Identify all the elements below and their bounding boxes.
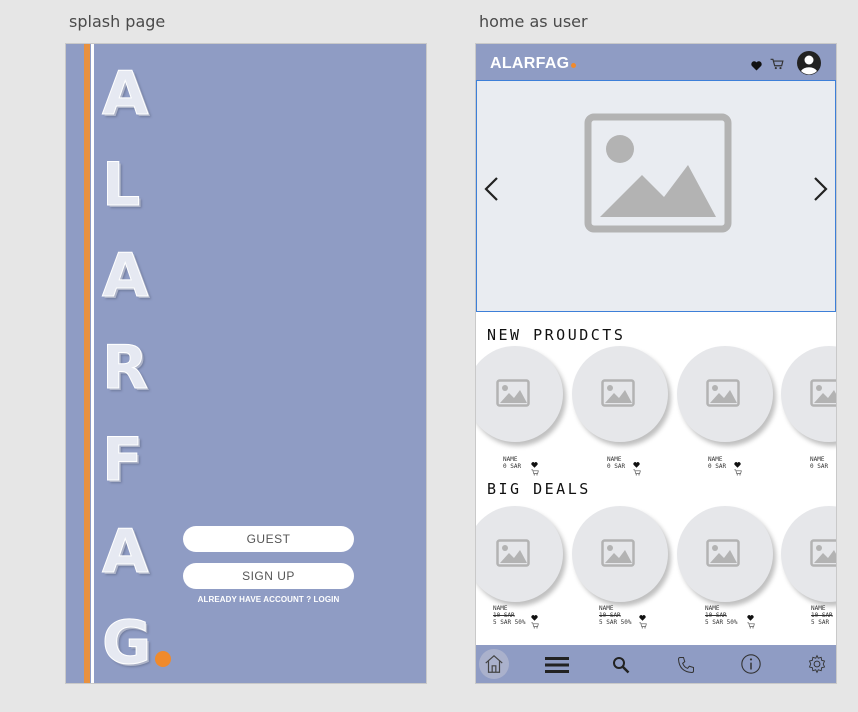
deal-price: 5 SAR	[811, 619, 830, 626]
cart-icon[interactable]	[633, 463, 641, 481]
logo-letter: R	[101, 333, 149, 403]
brand-text: ALARFAG	[490, 55, 570, 72]
deal-info: NAME 10 SAR 5 SAR 50%	[599, 605, 632, 626]
deal-card[interactable]	[781, 506, 836, 602]
cart-icon[interactable]	[531, 616, 539, 634]
deal-card[interactable]	[572, 506, 668, 602]
product-card[interactable]	[781, 346, 836, 442]
product-name: NAME	[493, 605, 508, 612]
deal-info: NAME 10 SAR 5 SAR	[811, 605, 833, 626]
product-info: NAME 0 SAR	[607, 456, 625, 470]
old-price: 10 SAR	[493, 612, 515, 619]
deal-price: 5 SAR 50%	[705, 619, 738, 626]
cart-icon[interactable]	[639, 616, 647, 634]
image-placeholder-icon	[810, 379, 836, 407]
image-placeholder-icon	[601, 539, 635, 567]
image-placeholder-icon	[601, 379, 635, 407]
deal-info: NAME 10 SAR 5 SAR 50%	[705, 605, 738, 626]
logo-letter: A	[101, 241, 149, 311]
cart-icon[interactable]	[734, 463, 742, 481]
info-icon[interactable]	[740, 653, 762, 680]
product-price: 0 SAR	[810, 463, 829, 470]
carousel-next-button[interactable]	[813, 176, 829, 207]
heart-icon[interactable]	[751, 58, 762, 76]
logo-dot	[155, 651, 171, 667]
splash-screen: A L A R F A G GUEST SIGN UP ALREADY HAVE…	[66, 44, 426, 683]
deal-info: NAME 10 SAR 5 SAR 50%	[493, 605, 526, 626]
product-card[interactable]	[677, 346, 773, 442]
product-name: NAME	[810, 456, 825, 463]
deal-price: 5 SAR 50%	[493, 619, 526, 626]
settings-icon[interactable]	[807, 654, 827, 679]
search-icon[interactable]	[612, 656, 630, 679]
cart-icon[interactable]	[770, 57, 784, 75]
deal-card[interactable]	[677, 506, 773, 602]
menu-icon[interactable]	[545, 656, 569, 679]
product-card[interactable]	[572, 346, 668, 442]
logo-letter: A	[101, 517, 149, 587]
login-link[interactable]: ALREADY HAVE ACCOUNT ? LOGIN	[183, 595, 354, 604]
splash-frame-label: splash page	[69, 12, 166, 31]
product-price: 0 SAR	[607, 463, 626, 470]
brand-dot	[571, 63, 577, 68]
logo-letter: G	[101, 608, 152, 678]
deal-price: 5 SAR 50%	[599, 619, 632, 626]
brand-logo[interactable]: ALARFAG	[490, 55, 577, 73]
product-name: NAME	[811, 605, 826, 612]
white-stripe	[91, 44, 94, 683]
deal-card[interactable]	[476, 506, 563, 602]
logo-letter: F	[102, 425, 144, 495]
logo-letter: L	[101, 150, 141, 220]
logo-letter: A	[101, 59, 149, 129]
image-placeholder-icon	[584, 113, 732, 233]
product-info: NAME 0 SAR	[810, 456, 828, 470]
home-frame-label: home as user	[479, 12, 588, 31]
home-screen: ALARFAG NEW PROUDCTS NAME 0 SAR NAME 0 S…	[476, 44, 836, 683]
big-deals-title: BIG DEALS	[487, 480, 591, 498]
image-placeholder-icon	[810, 539, 836, 567]
carousel-prev-button[interactable]	[483, 176, 499, 207]
old-price: 10 SAR	[811, 612, 833, 619]
bottom-nav	[476, 645, 836, 683]
guest-button[interactable]: GUEST	[183, 526, 354, 552]
old-price: 10 SAR	[599, 612, 621, 619]
image-placeholder-icon	[706, 539, 740, 567]
product-name: NAME	[503, 456, 518, 463]
product-name: NAME	[607, 456, 622, 463]
image-placeholder-icon	[496, 539, 530, 567]
banner-carousel[interactable]	[476, 80, 836, 312]
product-name: NAME	[708, 456, 723, 463]
signup-button[interactable]: SIGN UP	[183, 563, 354, 589]
product-name: NAME	[705, 605, 720, 612]
orange-stripe	[84, 44, 90, 683]
product-info: NAME 0 SAR	[503, 456, 521, 470]
product-info: NAME 0 SAR	[708, 456, 726, 470]
product-price: 0 SAR	[503, 463, 522, 470]
image-placeholder-icon	[496, 379, 530, 407]
product-name: NAME	[599, 605, 614, 612]
home-icon[interactable]	[483, 653, 505, 680]
cart-icon[interactable]	[747, 616, 755, 634]
old-price: 10 SAR	[705, 612, 727, 619]
image-placeholder-icon	[706, 379, 740, 407]
product-price: 0 SAR	[708, 463, 727, 470]
top-bar: ALARFAG	[476, 44, 836, 80]
new-products-title: NEW PROUDCTS	[487, 326, 626, 344]
phone-icon[interactable]	[676, 655, 696, 680]
product-card[interactable]	[476, 346, 563, 442]
profile-icon[interactable]	[797, 51, 821, 80]
cart-icon[interactable]	[531, 463, 539, 481]
